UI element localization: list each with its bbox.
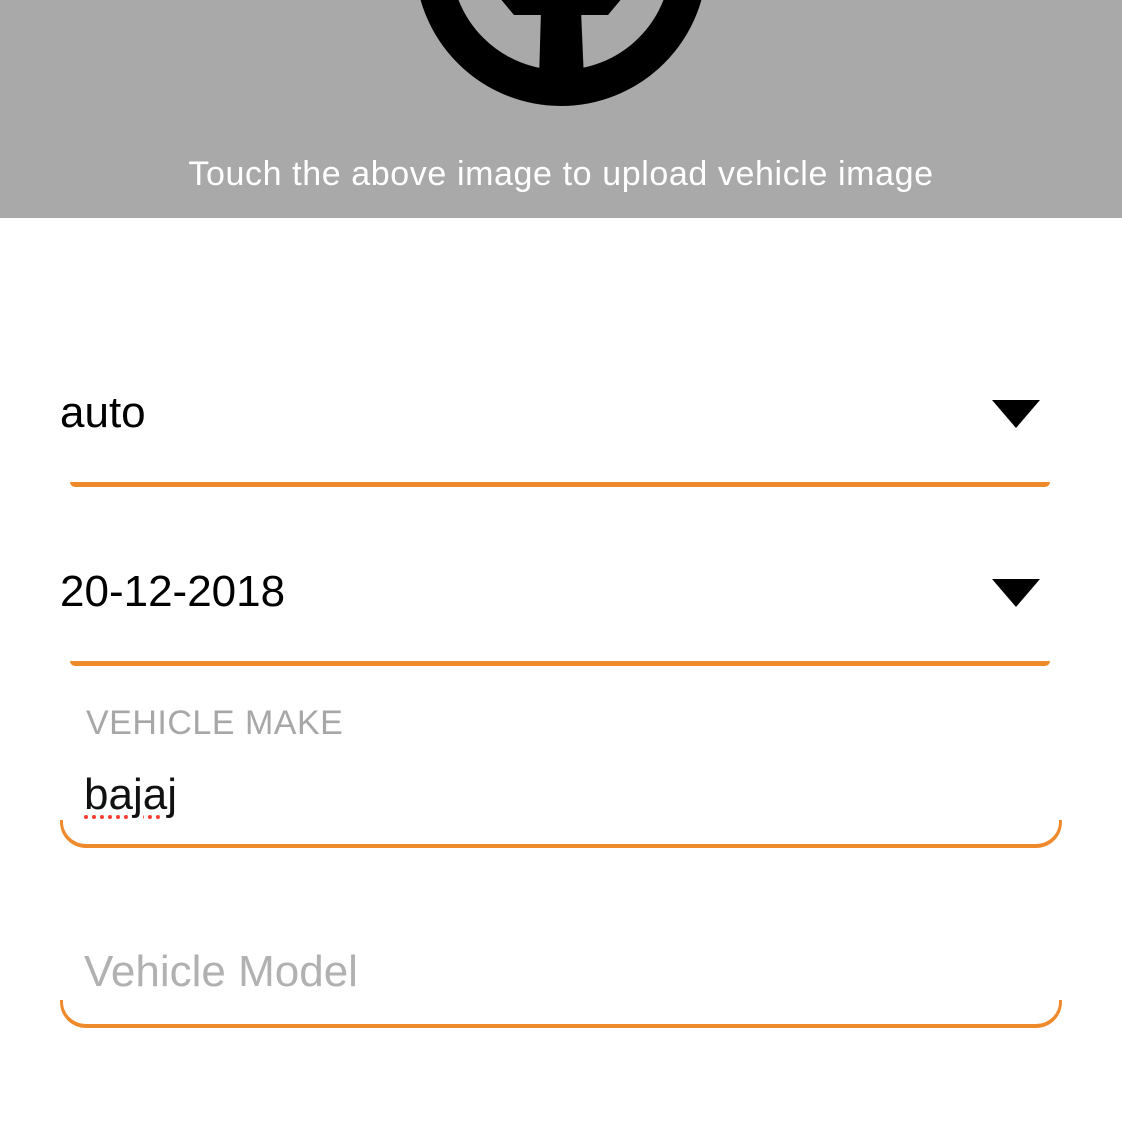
vehicle-model-underline	[60, 1000, 1062, 1028]
vehicle-type-select[interactable]: auto	[60, 383, 1062, 493]
triangle-down-icon[interactable]	[992, 400, 1040, 428]
vehicle-make-label: VEHICLE MAKE	[86, 704, 344, 742]
vehicle-make-value: bajaj	[84, 770, 177, 819]
steering-wheel-icon[interactable]	[408, 0, 714, 106]
vehicle-make-field[interactable]: VEHICLE MAKE bajaj	[60, 700, 1062, 850]
triangle-down-icon[interactable]	[992, 579, 1040, 607]
vehicle-make-input[interactable]: bajaj	[84, 770, 984, 820]
vehicle-make-underline	[60, 820, 1062, 848]
vehicle-image-upload[interactable]: Touch the above image to upload vehicle …	[0, 0, 1122, 218]
registration-date-value: 20-12-2018	[60, 567, 286, 616]
vehicle-type-value: auto	[60, 388, 146, 437]
registration-date-select[interactable]: 20-12-2018	[60, 562, 1062, 672]
vehicle-type-underline	[70, 482, 1050, 487]
registration-date-underline	[70, 661, 1050, 666]
vehicle-model-input[interactable]	[84, 944, 984, 1000]
vehicle-model-field[interactable]	[60, 940, 1062, 1030]
upload-hint-text: Touch the above image to upload vehicle …	[188, 155, 934, 193]
